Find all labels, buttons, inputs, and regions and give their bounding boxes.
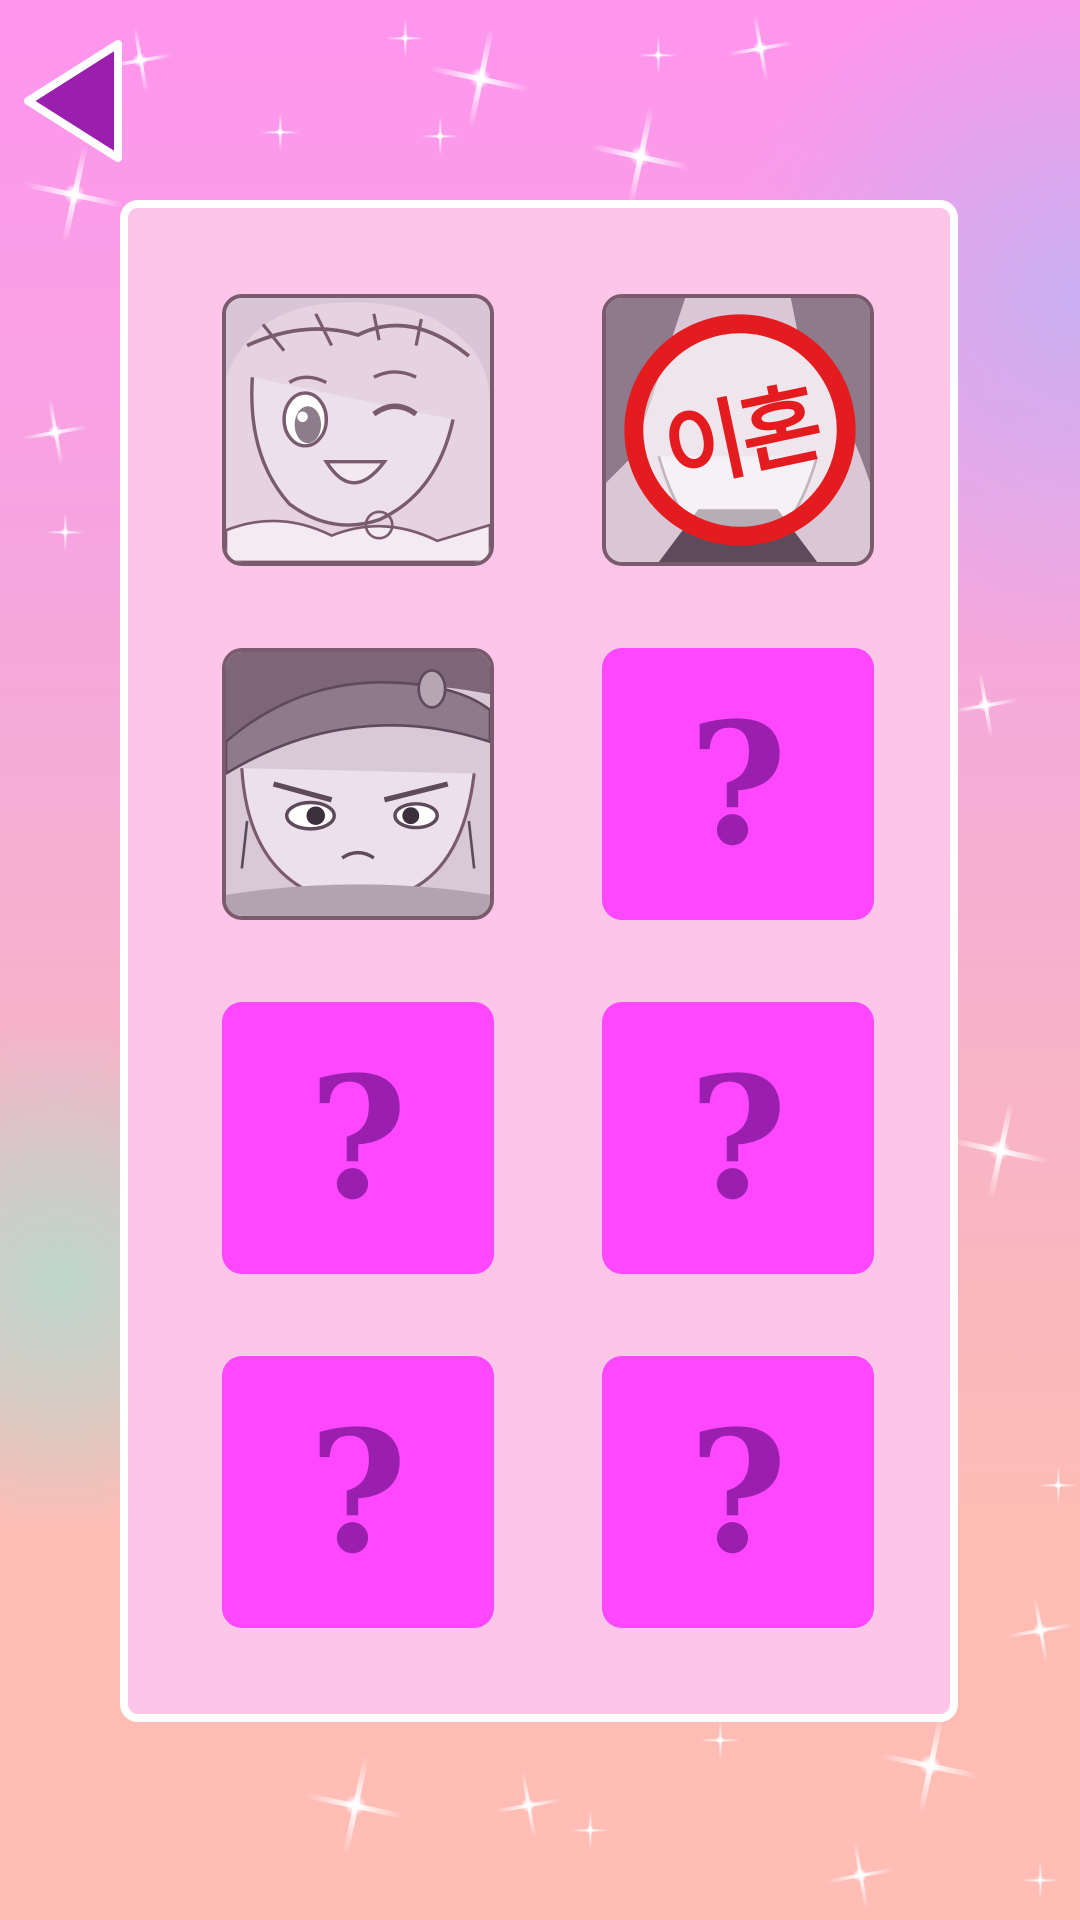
sparkle-icon	[700, 1720, 740, 1760]
sparkle-icon	[46, 423, 64, 441]
card-8[interactable]: ?	[602, 1356, 874, 1628]
card-4[interactable]: ?	[602, 648, 874, 920]
sparkle-icon	[342, 1792, 368, 1818]
sparkle-icon	[260, 112, 300, 152]
sparkle-icon	[917, 1752, 943, 1778]
sparkle-icon	[420, 116, 460, 156]
question-mark-icon: ?	[688, 685, 788, 883]
sparkle-icon	[467, 65, 493, 91]
card-6[interactable]: ?	[602, 1002, 874, 1274]
question-mark-icon: ?	[688, 1039, 788, 1237]
card-grid-panel: 이혼 ? ? ? ? ?	[120, 200, 958, 1722]
card-1[interactable]	[222, 294, 494, 566]
question-mark-icon: ?	[308, 1039, 408, 1237]
sparkle-icon	[851, 1866, 869, 1884]
sparkle-icon	[976, 696, 994, 714]
winking-character-portrait	[226, 298, 490, 562]
sparkle-icon	[1038, 1465, 1078, 1505]
triangle-left-icon	[24, 40, 122, 162]
sparkle-icon	[385, 18, 425, 58]
sparkle-icon	[638, 35, 678, 75]
back-button[interactable]	[22, 38, 126, 164]
sparkle-icon	[45, 512, 85, 552]
sparkle-icon	[987, 1137, 1013, 1163]
sparkle-icon	[131, 51, 149, 69]
card-3[interactable]	[222, 648, 494, 920]
sparkle-icon	[61, 181, 87, 207]
sparkle-icon	[570, 1810, 610, 1850]
sparkle-icon	[1020, 1860, 1060, 1900]
question-mark-icon: ?	[308, 1393, 408, 1591]
divorce-stamp-text: 이혼	[655, 370, 828, 504]
sparkle-icon	[1031, 1621, 1049, 1639]
card-5[interactable]: ?	[222, 1002, 494, 1274]
card-7[interactable]: ?	[222, 1356, 494, 1628]
question-mark-icon: ?	[688, 1393, 788, 1591]
sparkle-icon	[519, 1796, 537, 1814]
divorce-stamp: 이혼	[622, 312, 858, 548]
sparkle-icon	[627, 143, 653, 169]
frowning-character-portrait	[226, 652, 490, 916]
sparkle-icon	[751, 39, 769, 57]
card-2[interactable]: 이혼	[602, 294, 874, 566]
